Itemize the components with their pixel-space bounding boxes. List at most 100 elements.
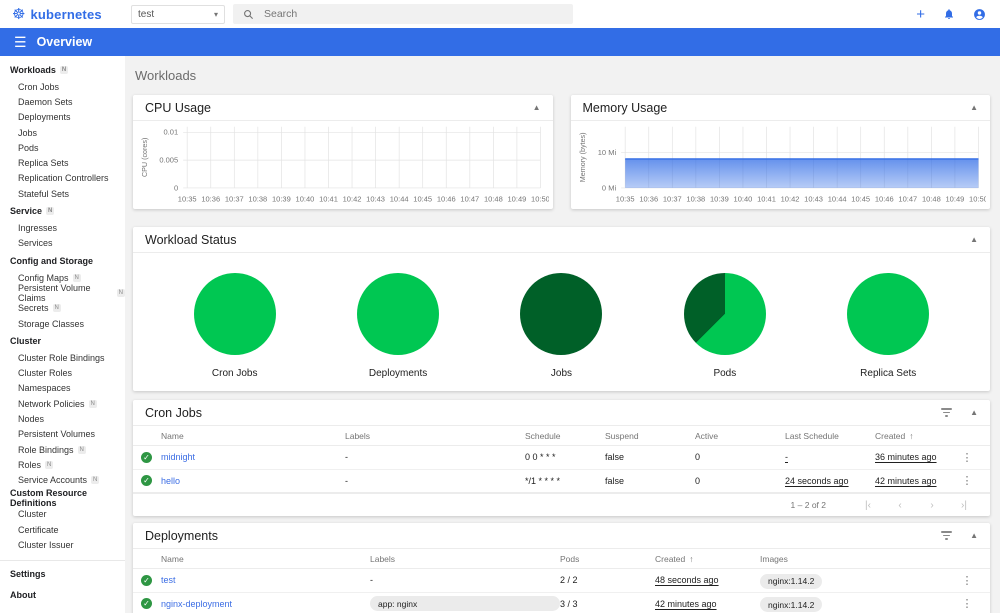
sidebar-item-cluster-issuer[interactable]: Cluster Issuer bbox=[0, 537, 125, 552]
collapse-caret-icon[interactable]: ▲ bbox=[970, 103, 978, 112]
workload-status-title: Workload Status bbox=[145, 232, 237, 247]
workload-pie-jobs: Jobs bbox=[501, 273, 621, 379]
search-input[interactable]: Search bbox=[233, 4, 573, 24]
cronjob-name-link[interactable]: midnight bbox=[161, 452, 345, 462]
sidebar-item-cluster-role-bindings[interactable]: Cluster Role Bindings bbox=[0, 350, 125, 365]
image-chip: nginx:1.14.2 bbox=[760, 597, 823, 613]
notifications-bell-icon[interactable] bbox=[943, 8, 955, 20]
sidebar-item-nodes[interactable]: Nodes bbox=[0, 411, 125, 426]
deployment-name-link[interactable]: test bbox=[161, 575, 370, 585]
sidebar-item-ingresses[interactable]: Ingresses bbox=[0, 220, 125, 235]
col-header-name[interactable]: Name bbox=[161, 554, 370, 564]
sidebar-item-certificate[interactable]: Certificate bbox=[0, 522, 125, 537]
prev-page-icon[interactable]: ‹ bbox=[884, 500, 916, 511]
sidebar-item-replica-sets[interactable]: Replica Sets bbox=[0, 155, 125, 170]
namespaced-badge: N bbox=[59, 66, 69, 74]
col-header-images[interactable]: Images bbox=[760, 554, 952, 564]
svg-text:10:50: 10:50 bbox=[531, 195, 548, 204]
sidebar-section-workloads[interactable]: Workloads N bbox=[0, 60, 125, 79]
sidebar-section-cluster[interactable]: Cluster bbox=[0, 331, 125, 350]
kubernetes-logo-text: kubernetes bbox=[30, 6, 102, 22]
sidebar-item-settings[interactable]: Settings bbox=[0, 563, 125, 584]
svg-text:10:47: 10:47 bbox=[460, 195, 479, 204]
collapse-caret-icon[interactable]: ▲ bbox=[533, 103, 541, 112]
svg-text:10:43: 10:43 bbox=[804, 195, 823, 204]
sidebar-item-jobs[interactable]: Jobs bbox=[0, 125, 125, 140]
pie-label: Replica Sets bbox=[860, 368, 917, 379]
svg-text:10:36: 10:36 bbox=[201, 195, 220, 204]
row-actions-kebab-icon[interactable]: ⋮ bbox=[952, 574, 982, 587]
svg-text:CPU (cores): CPU (cores) bbox=[140, 138, 149, 177]
last-page-icon[interactable]: ›| bbox=[948, 500, 980, 511]
svg-text:10:42: 10:42 bbox=[780, 195, 799, 204]
cell-pods: 3 / 3 bbox=[560, 598, 578, 609]
cronjob-name-link[interactable]: hello bbox=[161, 476, 345, 486]
sidebar-item-cron-jobs[interactable]: Cron Jobs bbox=[0, 79, 125, 94]
col-header-active[interactable]: Active bbox=[695, 431, 785, 441]
col-header-last-schedule[interactable]: Last Schedule bbox=[785, 431, 875, 441]
sidebar-item-persistent-volume-claims[interactable]: Persistent Volume Claims N bbox=[0, 283, 125, 303]
collapse-caret-icon[interactable]: ▲ bbox=[970, 408, 978, 417]
sidebar-item-role-bindings[interactable]: Role Bindings N bbox=[0, 442, 125, 457]
row-actions-kebab-icon[interactable]: ⋮ bbox=[952, 451, 982, 464]
sidebar-item-replication-controllers[interactable]: Replication Controllers bbox=[0, 171, 125, 186]
user-account-icon[interactable] bbox=[973, 8, 986, 21]
svg-text:10:47: 10:47 bbox=[898, 195, 917, 204]
sidebar-item-pods[interactable]: Pods bbox=[0, 140, 125, 155]
col-header-schedule[interactable]: Schedule bbox=[525, 431, 605, 441]
sidebar-item-network-policies[interactable]: Network Policies N bbox=[0, 396, 125, 411]
workload-status-card: Workload Status ▲ Cron Jobs Deployments Jo… bbox=[133, 227, 990, 391]
status-ok-icon: ✓ bbox=[141, 475, 152, 487]
collapse-caret-icon[interactable]: ▲ bbox=[970, 531, 978, 540]
search-icon bbox=[244, 9, 254, 19]
svg-text:Memory (bytes): Memory (bytes) bbox=[577, 132, 586, 182]
cell-labels: - bbox=[370, 575, 373, 586]
sidebar-item-cluster[interactable]: Cluster bbox=[0, 507, 125, 522]
sidebar-item-about[interactable]: About bbox=[0, 584, 125, 605]
row-actions-kebab-icon[interactable]: ⋮ bbox=[952, 597, 982, 610]
sidebar-item-daemon-sets[interactable]: Daemon Sets bbox=[0, 94, 125, 109]
sidebar-item-deployments[interactable]: Deployments bbox=[0, 110, 125, 125]
col-header-labels[interactable]: Labels bbox=[370, 554, 560, 564]
namespaced-badge: N bbox=[52, 304, 61, 313]
workload-status-pies: Cron Jobs Deployments Jobs Pods Replica Sets bbox=[133, 253, 990, 391]
sidebar-item-service-accounts[interactable]: Service Accounts N bbox=[0, 473, 125, 488]
sidebar-item-cluster-roles[interactable]: Cluster Roles bbox=[0, 365, 125, 380]
col-header-suspend[interactable]: Suspend bbox=[605, 431, 695, 441]
col-header-labels[interactable]: Labels bbox=[345, 431, 525, 441]
col-header-name[interactable]: Name bbox=[161, 431, 345, 441]
filter-list-icon[interactable] bbox=[941, 408, 953, 417]
deployments-table: Name Labels Pods Created ↑ Images ✓ test - 2 / 2 4… bbox=[133, 549, 990, 613]
first-page-icon[interactable]: |‹ bbox=[852, 500, 884, 511]
menu-hamburger-icon[interactable]: ☰ bbox=[0, 34, 37, 51]
collapse-caret-icon[interactable]: ▲ bbox=[970, 235, 978, 244]
add-resource-icon[interactable]: + bbox=[916, 6, 925, 23]
namespace-select[interactable]: test ▾ bbox=[131, 4, 225, 24]
sidebar-item-roles[interactable]: Roles N bbox=[0, 457, 125, 472]
sidebar-item-stateful-sets[interactable]: Stateful Sets bbox=[0, 186, 125, 201]
workload-pie-deployments: Deployments bbox=[338, 273, 458, 379]
sidebar-section-custom-resource-definitions[interactable]: Custom Resource Definitions bbox=[0, 488, 125, 508]
svg-text:10:50: 10:50 bbox=[969, 195, 986, 204]
sidebar-item-persistent-volumes[interactable]: Persistent Volumes bbox=[0, 427, 125, 442]
col-header-created[interactable]: Created ↑ bbox=[875, 431, 952, 441]
kubernetes-logo[interactable]: ☸ kubernetes bbox=[0, 7, 125, 22]
row-actions-kebab-icon[interactable]: ⋮ bbox=[952, 474, 982, 487]
svg-text:10:37: 10:37 bbox=[225, 195, 244, 204]
sidebar-section-config-and-storage[interactable]: Config and Storage bbox=[0, 251, 125, 270]
sidebar-item-namespaces[interactable]: Namespaces bbox=[0, 381, 125, 396]
svg-text:10:36: 10:36 bbox=[639, 195, 658, 204]
sidebar-section-service[interactable]: Service N bbox=[0, 201, 125, 220]
pagination-range: 1 – 2 of 2 bbox=[790, 500, 826, 510]
nav-page-title: Overview bbox=[36, 35, 93, 49]
filter-list-icon[interactable] bbox=[941, 531, 953, 540]
col-header-created[interactable]: Created ↑ bbox=[655, 554, 760, 564]
deployment-name-link[interactable]: nginx-deployment bbox=[161, 599, 370, 609]
table-header-row: Name Labels Pods Created ↑ Images bbox=[133, 549, 990, 569]
sort-ascending-icon: ↑ bbox=[909, 430, 914, 441]
sidebar-item-services[interactable]: Services bbox=[0, 236, 125, 251]
col-header-pods[interactable]: Pods bbox=[560, 554, 655, 564]
next-page-icon[interactable]: › bbox=[916, 500, 948, 511]
sidebar-item-storage-classes[interactable]: Storage Classes bbox=[0, 316, 125, 331]
cell-active: 0 bbox=[695, 452, 701, 463]
